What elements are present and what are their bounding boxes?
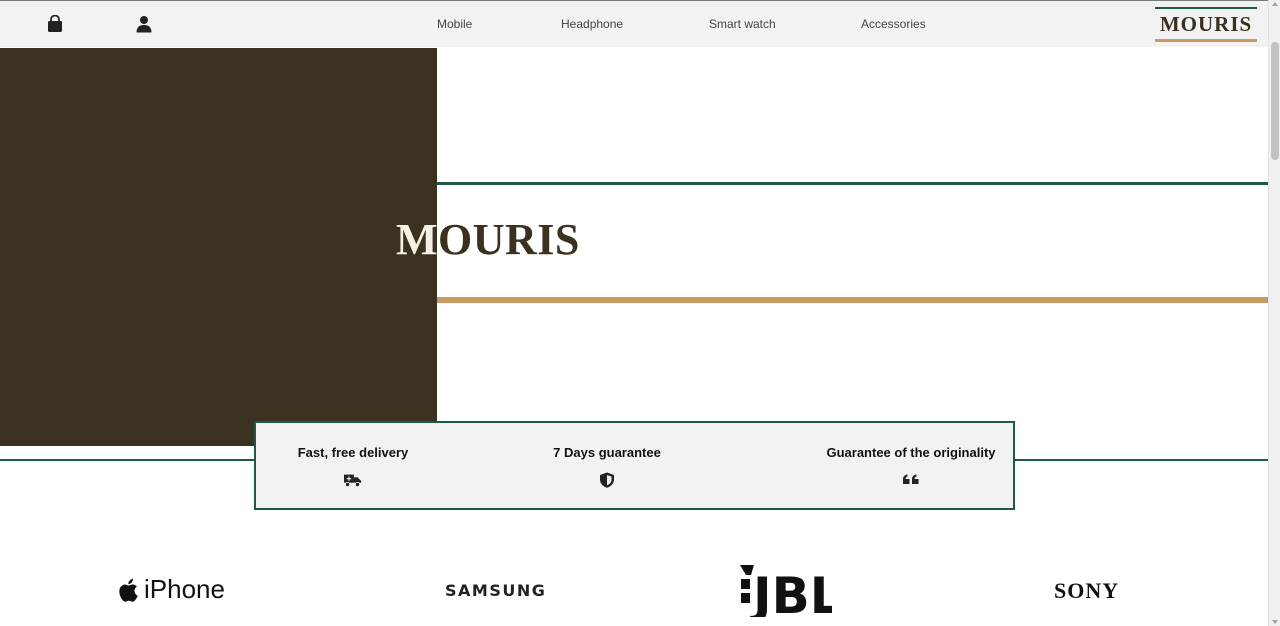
brand-jbl-logo[interactable]: JBL (740, 565, 832, 617)
vertical-scrollbar[interactable] (1268, 0, 1280, 626)
hero-gold-line (437, 297, 1268, 303)
brand-jbl-text: JBL (750, 567, 832, 617)
feature-guarantee: 7 Days guarantee (532, 445, 682, 488)
scroll-up-arrow-icon[interactable] (1272, 2, 1278, 6)
delivery-truck-icon (344, 474, 362, 488)
site-logo[interactable]: MOURIS (1155, 7, 1257, 42)
user-icon[interactable] (135, 15, 153, 33)
brand-sony-logo[interactable]: SONY (1054, 578, 1119, 604)
nav-link-headphone[interactable]: Headphone (561, 17, 623, 31)
quote-icon (903, 474, 919, 484)
hero-title-rest: OURIS (438, 215, 580, 264)
brand-samsung-logo[interactable]: SAMSUNG (445, 581, 546, 600)
shopping-bag-icon[interactable] (46, 15, 64, 33)
feature-title: Fast, free delivery (297, 445, 409, 460)
feature-delivery: Fast, free delivery (278, 445, 428, 488)
nav-link-accessories[interactable]: Accessories (861, 17, 926, 31)
nav-link-smart-watch[interactable]: Smart watch (709, 17, 776, 31)
brand-iphone-logo[interactable]: iPhone (118, 574, 225, 605)
nav-link-mobile[interactable]: Mobile (437, 17, 472, 31)
shield-icon (600, 472, 614, 488)
scroll-down-arrow-icon[interactable] (1272, 620, 1278, 624)
navbar: Mobile Headphone Smart watch Accessories… (0, 1, 1268, 47)
apple-icon (119, 578, 138, 602)
feature-originality: Guarantee of the originality (816, 445, 1006, 488)
logo-text: MOURIS (1159, 11, 1253, 36)
hero-title-first-letter: M (396, 215, 439, 264)
scroll-thumb[interactable] (1271, 42, 1279, 160)
feature-title: 7 Days guarantee (553, 445, 661, 460)
features-card: Fast, free delivery 7 Days guarantee Gua… (254, 421, 1015, 510)
hero-green-line (437, 182, 1268, 185)
hero-dark-panel (0, 48, 437, 446)
hero-title: MOURIS (396, 214, 580, 265)
feature-title: Guarantee of the originality (826, 445, 996, 460)
brand-iphone-text: iPhone (144, 574, 225, 604)
